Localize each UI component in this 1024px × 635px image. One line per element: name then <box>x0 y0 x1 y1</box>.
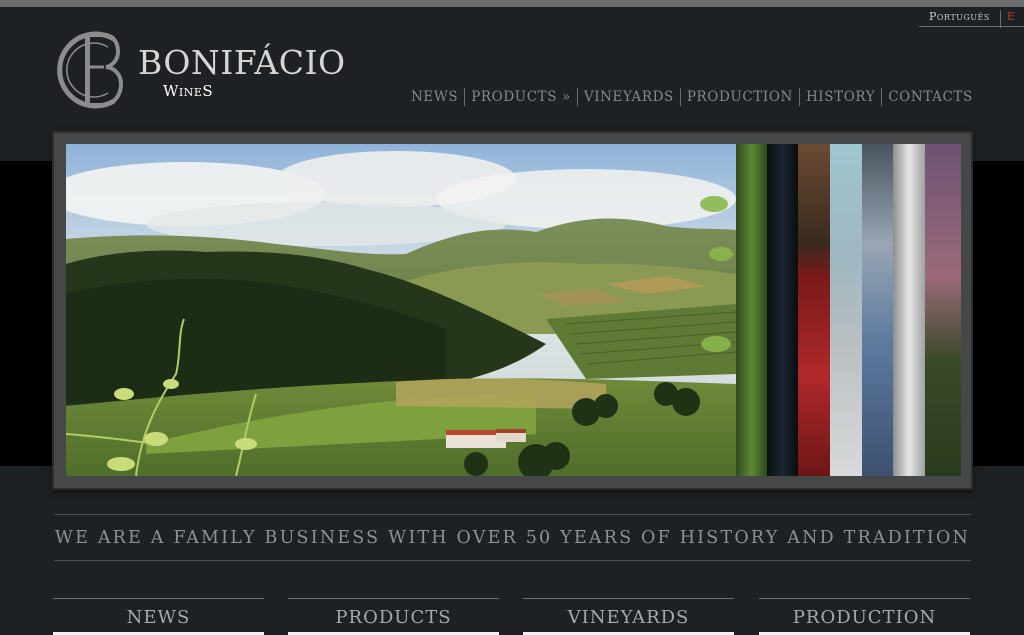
main-nav: NEWS PRODUCTS » VINEYARDS PRODUCTION HIS… <box>411 88 979 106</box>
nav-history[interactable]: HISTORY <box>800 88 881 106</box>
brand-name[interactable]: BONIFÁCIO <box>138 46 346 79</box>
thumb-red-tank[interactable] <box>798 144 830 476</box>
thumb-dark-cellar[interactable] <box>767 144 798 476</box>
box-vineyards[interactable]: VINEYARDS <box>523 598 734 635</box>
lang-portuguese-link[interactable]: Português <box>919 8 1000 27</box>
language-switch: Português E <box>919 8 1024 28</box>
vineyard-landscape-image <box>66 144 736 476</box>
thumb-steel-stairs[interactable] <box>830 144 862 476</box>
thumb-vine-leaves[interactable] <box>736 144 767 476</box>
box-title: PRODUCTION <box>792 607 937 628</box>
box-products[interactable]: PRODUCTS <box>288 598 499 635</box>
nav-vineyards[interactable]: VINEYARDS <box>578 88 680 106</box>
box-news[interactable]: NEWS <box>53 598 264 635</box>
box-title: NEWS <box>126 607 191 628</box>
feature-boxes: NEWS PRODUCTS VINEYARDS PRODUCTION <box>53 598 971 635</box>
thumb-steel-tank[interactable] <box>862 144 893 476</box>
tagline-text: WE ARE A FAMILY BUSINESS WITH OVER 50 YE… <box>54 527 971 548</box>
lang-english-link[interactable]: E <box>1000 8 1024 27</box>
slider-thumbnails <box>736 144 961 476</box>
tagline-box: WE ARE A FAMILY BUSINESS WITH OVER 50 YE… <box>54 514 971 561</box>
nav-products[interactable]: PRODUCTS » <box>465 88 577 106</box>
top-strip <box>0 0 1024 7</box>
brand-subtitle: WineS <box>163 82 214 100</box>
nav-production[interactable]: PRODUCTION <box>681 88 799 106</box>
box-title: PRODUCTS <box>335 607 452 628</box>
nav-contacts[interactable]: CONTACTS <box>882 88 979 106</box>
monogram-logo-icon <box>57 31 124 109</box>
slide-main-image[interactable] <box>66 144 736 476</box>
box-title: VINEYARDS <box>567 607 690 628</box>
box-production[interactable]: PRODUCTION <box>759 598 970 635</box>
thumb-sunset-vineyard[interactable] <box>925 144 961 476</box>
thumb-white-tank[interactable] <box>893 144 925 476</box>
nav-news[interactable]: NEWS <box>411 88 464 106</box>
